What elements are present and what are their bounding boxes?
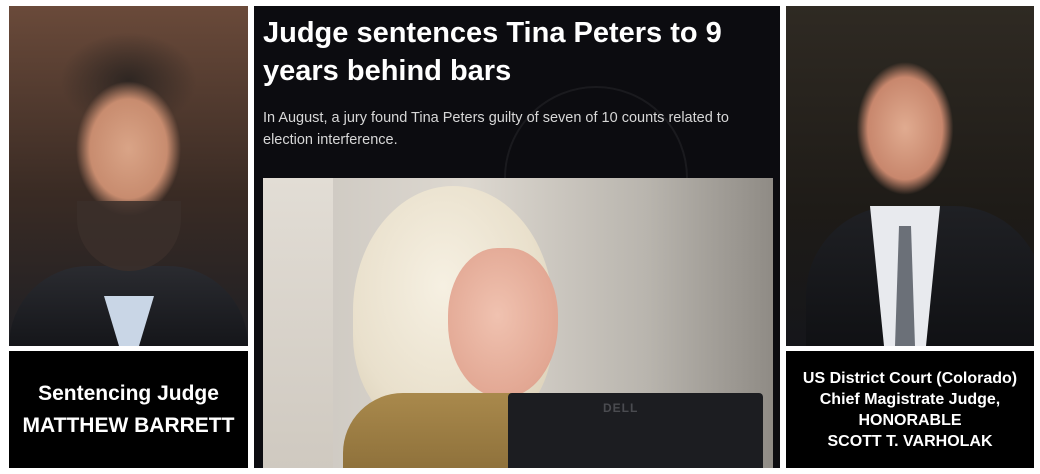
left-caption-box: Sentencing Judge MATTHEW BARRETT <box>9 351 248 468</box>
computer-monitor: DELL <box>508 393 763 468</box>
right-caption-line: Chief Magistrate Judge, <box>819 390 1001 408</box>
beard <box>77 201 181 271</box>
right-caption-line: HONORABLE <box>858 411 962 429</box>
right-caption-line: US District Court (Colorado) <box>802 369 1018 387</box>
article-subtext: In August, a jury found Tina Peters guil… <box>263 110 729 148</box>
left-caption-name: MATTHEW BARRETT <box>22 413 235 437</box>
right-caption-line: SCOTT T. VARHOLAK <box>827 432 993 450</box>
left-judge-photo <box>9 6 248 346</box>
right-judge-photo <box>786 6 1034 346</box>
defendant-photo: DELL <box>263 178 773 468</box>
news-article-panel: Judge sentences Tina Peters to 9 years b… <box>254 6 780 468</box>
monitor-brand: DELL <box>603 401 639 415</box>
face <box>448 248 558 398</box>
article-headline: Judge sentences Tina Peters to 9 years b… <box>263 17 722 87</box>
door-frame <box>263 178 333 468</box>
right-caption-box: US District Court (Colorado) Chief Magis… <box>786 351 1034 468</box>
left-caption-title: Sentencing Judge <box>38 381 219 405</box>
